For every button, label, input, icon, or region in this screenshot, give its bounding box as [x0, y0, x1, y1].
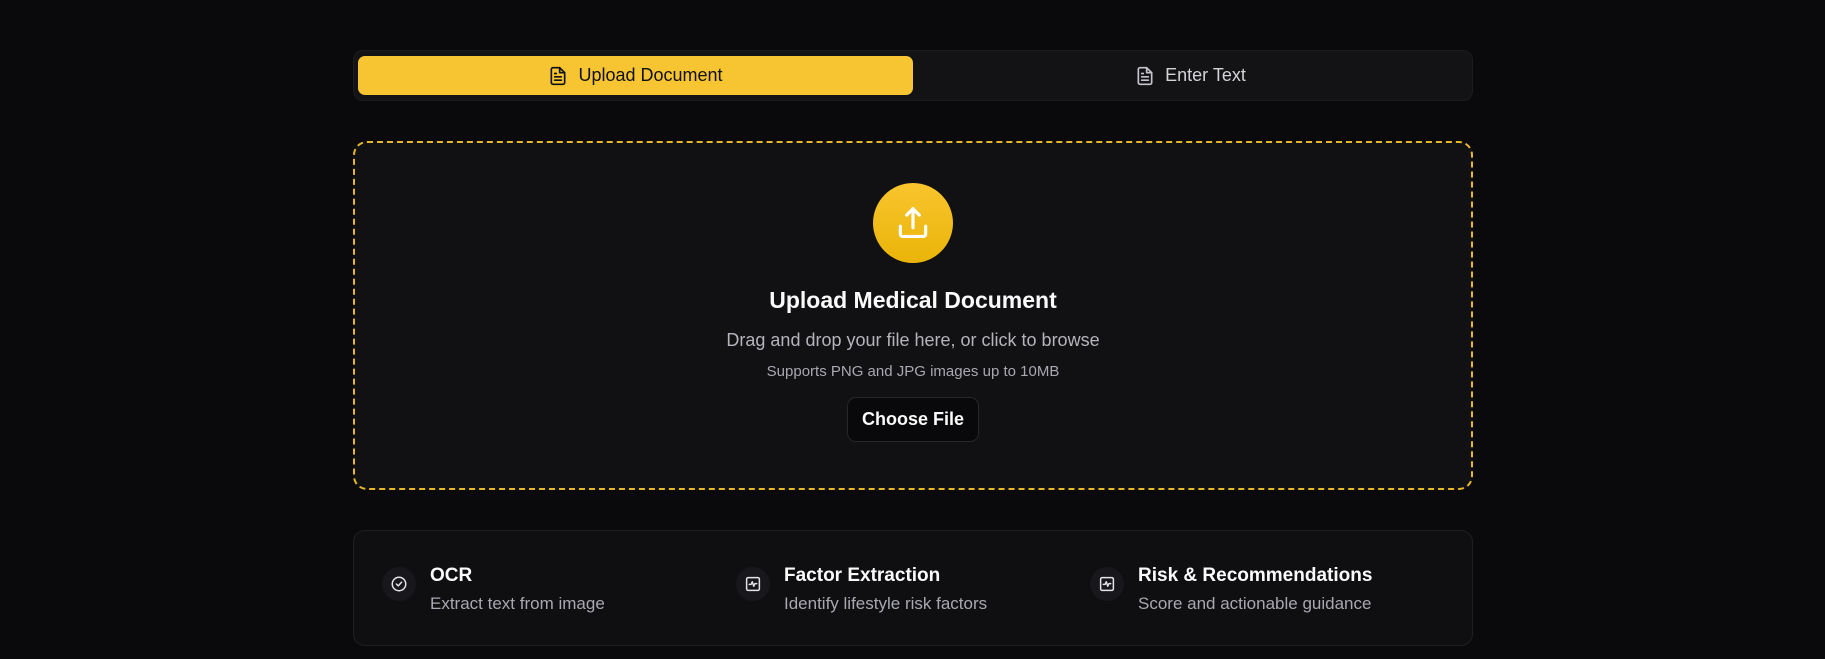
activity-icon [1099, 576, 1115, 592]
feature-icon-wrap [382, 567, 416, 601]
feature-text: Risk & Recommendations Score and actiona… [1138, 565, 1372, 645]
tab-label: Enter Text [1165, 65, 1246, 85]
tab-label: Upload Document [578, 65, 723, 85]
dropzone-note: Supports PNG and JPG images up to 10MB [766, 363, 1060, 380]
mode-tabs: Upload Document Enter Text [353, 50, 1473, 101]
file-text-icon [550, 66, 566, 85]
dropzone-title: Upload Medical Document [769, 287, 1057, 313]
feature-risk-recommendations: Risk & Recommendations Score and actiona… [1090, 565, 1444, 645]
check-circle-icon [391, 576, 407, 592]
upload-icon-circle [873, 183, 953, 263]
feature-icon-wrap [1090, 567, 1124, 601]
feature-text: OCR Extract text from image [430, 565, 605, 645]
tab-enter-text[interactable]: Enter Text [913, 56, 1468, 95]
feature-text: Factor Extraction Identify lifestyle ris… [784, 565, 987, 645]
tab-upload-document[interactable]: Upload Document [358, 56, 913, 95]
upload-dropzone[interactable]: Upload Medical Document Drag and drop yo… [353, 141, 1473, 490]
feature-factor-extraction: Factor Extraction Identify lifestyle ris… [736, 565, 1090, 645]
main-container: Upload Document Enter Text Upload Medica… [353, 50, 1473, 646]
feature-title: Factor Extraction [784, 565, 941, 586]
feature-icon-wrap [736, 567, 770, 601]
feature-description: Identify lifestyle risk factors [784, 594, 988, 613]
feature-ocr: OCR Extract text from image [382, 565, 736, 645]
upload-icon [898, 207, 928, 239]
dropzone-subtitle: Drag and drop your file here, or click t… [726, 330, 1100, 350]
file-text-icon [1137, 66, 1153, 85]
features-panel: OCR Extract text from image Factor Extra… [353, 530, 1473, 646]
feature-title: Risk & Recommendations [1138, 565, 1373, 586]
feature-description: Score and actionable guidance [1138, 594, 1372, 613]
choose-file-button[interactable]: Choose File [846, 397, 979, 442]
feature-description: Extract text from image [430, 594, 605, 613]
activity-icon [745, 576, 761, 592]
feature-title: OCR [430, 565, 473, 586]
